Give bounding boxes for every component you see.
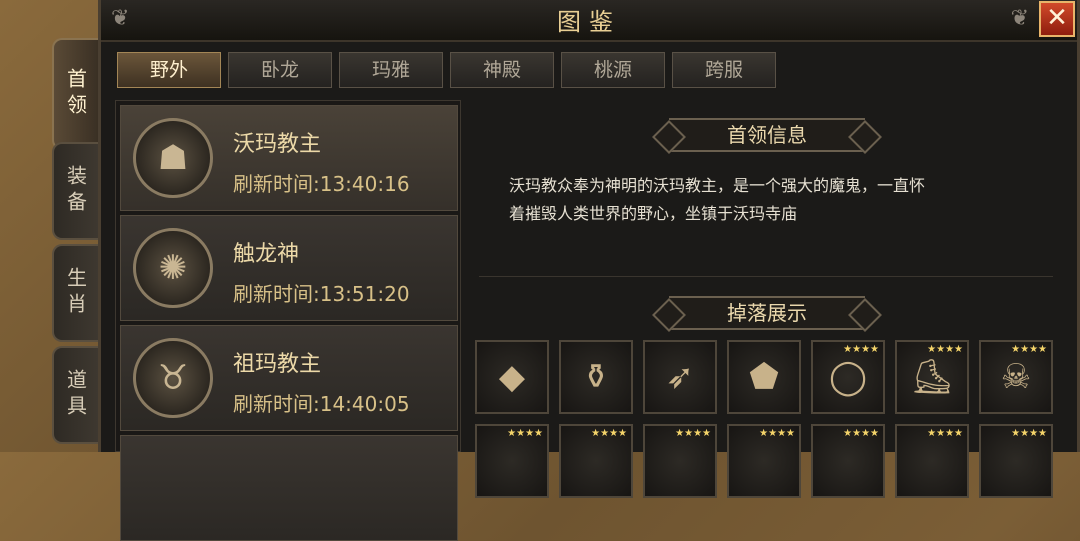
item-slot[interactable]: ★★★★ — [811, 424, 885, 498]
item-stars: ★★★★ — [675, 428, 711, 439]
boots-icon[interactable]: ★★★★ ⛸ — [895, 340, 969, 414]
side-tab-boss[interactable]: 首领 — [52, 38, 98, 150]
boss-row[interactable]: ✺ 触龙神 刷新时间:13:51:20 — [120, 215, 458, 321]
boss-info-panel: 首领信息 沃玛教众奉为神明的沃玛教主，是一个强大的魔鬼，一直怀 着摧毁人类世界的… — [469, 100, 1063, 498]
boss-description: 沃玛教众奉为神明的沃玛教主，是一个强大的魔鬼，一直怀 着摧毁人类世界的野心，坐镇… — [509, 172, 1049, 228]
window-title: 图鉴 — [557, 8, 621, 36]
horned-demon-icon: ♉ — [133, 338, 213, 418]
tab-taoyuan[interactable]: 桃源 — [561, 52, 665, 88]
boss-name: 沃玛教主 — [233, 132, 322, 157]
title-bar: ❦ 图鉴 ❦ ✕ — [101, 0, 1077, 42]
boss-row[interactable]: ☗ 沃玛教主 刷新时间:13:40:16 — [120, 105, 458, 211]
item-stars: ★★★★ — [843, 428, 879, 439]
divider — [479, 276, 1053, 277]
tab-wild[interactable]: 野外 — [117, 52, 221, 88]
tab-temple[interactable]: 神殿 — [450, 52, 554, 88]
item-stars: ★★★★ — [591, 428, 627, 439]
tab-cross-server[interactable]: 跨服 — [672, 52, 776, 88]
codex-window: ❦ 图鉴 ❦ ✕ 野外 卧龙 玛雅 神殿 桃源 跨服 ☗ 沃玛教主 刷新时间:1… — [98, 0, 1080, 541]
side-tab-equipment[interactable]: 装备 — [52, 142, 98, 240]
item-stars: ★★★★ — [1011, 428, 1047, 439]
insect-dragon-icon: ✺ — [133, 228, 213, 308]
item-stars: ★★★★ — [1011, 344, 1047, 355]
item-slot[interactable]: ★★★★ — [895, 424, 969, 498]
drops-header: 掉落展示 — [669, 296, 865, 330]
tab-maya[interactable]: 玛雅 — [339, 52, 443, 88]
skull-helmet-icon[interactable]: ★★★★ ☠ — [979, 340, 1053, 414]
boss-refresh-time: 刷新时间:13:40:16 — [233, 172, 410, 196]
item-slot[interactable]: ★★★★ — [643, 424, 717, 498]
fire-crystal-icon[interactable]: ◆ — [475, 340, 549, 414]
item-slot[interactable]: ★★★★ — [979, 424, 1053, 498]
description-line: 沃玛教众奉为神明的沃玛教主，是一个强大的魔鬼，一直怀 — [509, 176, 926, 195]
rune-stone-icon[interactable]: ⬟ — [727, 340, 801, 414]
item-stars: ★★★★ — [927, 428, 963, 439]
boss-row[interactable] — [120, 435, 458, 541]
boss-name: 祖玛教主 — [233, 352, 322, 377]
horn-icon[interactable]: ➶ — [643, 340, 717, 414]
boss-refresh-time: 刷新时间:14:40:05 — [233, 392, 410, 416]
boss-refresh-time: 刷新时间:13:51:20 — [233, 282, 410, 306]
potion-icon[interactable]: ⚱ — [559, 340, 633, 414]
tab-wolong[interactable]: 卧龙 — [228, 52, 332, 88]
item-stars: ★★★★ — [759, 428, 795, 439]
item-slot[interactable]: ★★★★ — [475, 424, 549, 498]
item-slot[interactable]: ★★★★ — [559, 424, 633, 498]
item-stars: ★★★★ — [927, 344, 963, 355]
item-stars: ★★★★ — [507, 428, 543, 439]
description-line: 着摧毁人类世界的野心，坐镇于沃玛寺庙 — [509, 204, 798, 223]
side-tab-zodiac[interactable]: 生肖 — [52, 244, 98, 342]
boss-info-header: 首领信息 — [669, 118, 865, 152]
boss-name: 触龙神 — [233, 242, 300, 267]
item-slot[interactable]: ★★★★ — [727, 424, 801, 498]
side-tab-items[interactable]: 道具 — [52, 346, 98, 444]
scroll-ornament-right-icon: ❦ — [1010, 6, 1029, 31]
close-button[interactable]: ✕ — [1039, 1, 1075, 37]
item-stars: ★★★★ — [843, 344, 879, 355]
boss-row[interactable]: ♉ 祖玛教主 刷新时间:14:40:05 — [120, 325, 458, 431]
bracelet-icon[interactable]: ★★★★ ◯ — [811, 340, 885, 414]
boss-list: ☗ 沃玛教主 刷新时间:13:40:16 ✺ 触龙神 刷新时间:13:51:20… — [115, 100, 461, 541]
armored-demon-icon: ☗ — [133, 118, 213, 198]
